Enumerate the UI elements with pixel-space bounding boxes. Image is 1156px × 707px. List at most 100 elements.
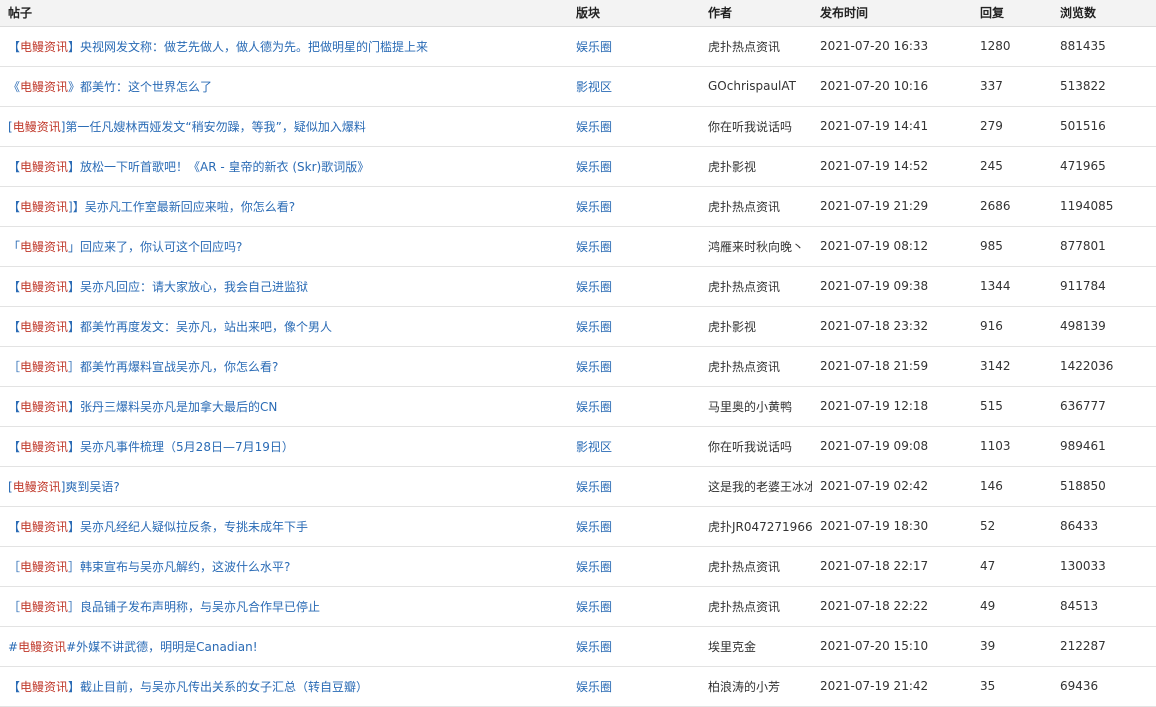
header-author[interactable]: 作者 [700, 0, 812, 27]
post-title-link[interactable]: 【电鳗资讯】央视网发文称：做艺先做人，做人德为先。把做明星的门槛提上来 [8, 40, 428, 54]
board-link[interactable]: 娱乐圈 [576, 680, 612, 694]
board-link[interactable]: 娱乐圈 [576, 40, 612, 54]
header-views[interactable]: 浏览数 [1052, 0, 1156, 27]
author-name[interactable]: GOchrispaulAT [700, 66, 812, 107]
board-link[interactable]: 娱乐圈 [576, 160, 612, 174]
post-tag: 电鳗资讯 [20, 679, 69, 694]
view-count: 1422036 [1052, 346, 1156, 387]
post-title-link[interactable]: [电鳗资讯]第一任凡嫂林西娅发文“稍安勿躁，等我”，疑似加入爆料 [8, 120, 366, 134]
board-cell: 娱乐圈 [568, 186, 700, 227]
post-title-link[interactable]: ［电鳗资讯］良品铺子发布声明称，与吴亦凡合作早已停止 [8, 600, 320, 614]
table-body: 【电鳗资讯】央视网发文称：做艺先做人，做人德为先。把做明星的门槛提上来 娱乐圈 … [0, 26, 1156, 707]
board-cell: 娱乐圈 [568, 466, 700, 507]
post-tag-open: 【 [8, 519, 21, 534]
post-title-link[interactable]: 《电鳗资讯》都美竹：这个世界怎么了 [8, 80, 212, 94]
board-link[interactable]: 娱乐圈 [576, 360, 612, 374]
author-name[interactable]: 虎扑影视 [700, 146, 812, 187]
post-title-link[interactable]: ［电鳗资讯］韩束宣布与吴亦凡解约，这波什么水平? [8, 560, 290, 574]
board-link[interactable]: 娱乐圈 [576, 280, 612, 294]
board-link[interactable]: 娱乐圈 [576, 320, 612, 334]
post-tag-open: # [8, 639, 19, 654]
board-link[interactable]: 娱乐圈 [576, 480, 612, 494]
board-link[interactable]: 娱乐圈 [576, 600, 612, 614]
post-title: 吴亦凡经纪人疑似拉反条，专挑未成年下手 [80, 519, 309, 534]
author-name[interactable]: 虎扑热点资讯 [700, 266, 812, 307]
author-name[interactable]: 柏浪涛的小芳 [700, 666, 812, 707]
author-name[interactable]: 这是我的老婆王冰冰 [700, 466, 812, 507]
author-name[interactable]: 虎扑热点资讯 [700, 586, 812, 627]
board-link[interactable]: 娱乐圈 [576, 200, 612, 214]
header-post[interactable]: 帖子 [0, 0, 568, 27]
post-title-link[interactable]: 【电鳗资讯】吴亦凡回应：请大家放心，我会自己进监狱 [8, 280, 308, 294]
post-cell: 【电鳗资讯】吴亦凡事件梳理（5月28日—7月19日） [0, 426, 568, 467]
post-tag-open: 【 [8, 439, 21, 454]
board-cell: 娱乐圈 [568, 386, 700, 427]
board-cell: 娱乐圈 [568, 506, 700, 547]
post-tag: 电鳗资讯 [20, 319, 69, 334]
author-name[interactable]: 你在听我说话吗 [700, 106, 812, 147]
author-name[interactable]: 虎扑影视 [700, 306, 812, 347]
post-tag-open: 「 [8, 239, 21, 254]
author-name[interactable]: 虎扑热点资讯 [700, 546, 812, 587]
post-title: 张丹三爆料吴亦凡是加拿大最后的CN [80, 399, 278, 414]
post-title-link[interactable]: 【电鳗资讯】吴亦凡事件梳理（5月28日—7月19日） [8, 440, 294, 454]
author-name[interactable]: 埃里克金 [700, 626, 812, 667]
post-title-link[interactable]: #电鳗资讯#外媒不讲武德，明明是Canadian! [8, 640, 258, 654]
post-time: 2021-07-19 08:12 [812, 226, 972, 267]
board-link[interactable]: 影视区 [576, 80, 612, 94]
post-time: 2021-07-19 21:29 [812, 186, 972, 227]
post-tag-open: 【 [8, 319, 21, 334]
reply-count: 337 [972, 66, 1052, 107]
post-title-link[interactable]: 【电鳗资讯】吴亦凡经纪人疑似拉反条，专挑未成年下手 [8, 520, 308, 534]
post-title-link[interactable]: 【电鳗资讯】都美竹再度发文：吴亦凡，站出来吧，像个男人 [8, 320, 332, 334]
author-name[interactable]: 你在听我说话吗 [700, 426, 812, 467]
post-title-link[interactable]: ［电鳗资讯］都美竹再爆料宣战吴亦凡，你怎么看? [8, 360, 278, 374]
post-title-link[interactable]: [电鳗资讯]爽到吴语? [8, 480, 120, 494]
author-name[interactable]: 虎扑热点资讯 [700, 26, 812, 67]
post-title-link[interactable]: 【电鳗资讯】放松一下听首歌吧！《AR - 皇帝的新衣 (Skr)歌词版》 [8, 160, 369, 174]
board-link[interactable]: 娱乐圈 [576, 240, 612, 254]
board-cell: 娱乐圈 [568, 26, 700, 67]
post-tag-close: 】 [68, 399, 81, 414]
post-title-link[interactable]: 「电鳗资讯」回应来了，你认可这个回应吗? [8, 240, 242, 254]
post-tag-open: ［ [8, 359, 21, 374]
author-name[interactable]: 虎扑热点资讯 [700, 186, 812, 227]
header-time[interactable]: 发布时间 [812, 0, 972, 27]
board-link[interactable]: 娱乐圈 [576, 400, 612, 414]
view-count: 69436 [1052, 666, 1156, 707]
board-link[interactable]: 娱乐圈 [576, 120, 612, 134]
post-cell: 【电鳗资讯】吴亦凡回应：请大家放心，我会自己进监狱 [0, 266, 568, 307]
board-cell: 娱乐圈 [568, 546, 700, 587]
board-link[interactable]: 影视区 [576, 440, 612, 454]
author-name[interactable]: 马里奥的小黄鸭 [700, 386, 812, 427]
reply-count: 1103 [972, 426, 1052, 467]
post-tag: 电鳗资讯 [20, 199, 69, 214]
post-tag-close: ］ [68, 359, 81, 374]
post-title-link[interactable]: 【电鳗资讯]】吴亦凡工作室最新回应来啦，你怎么看? [8, 200, 295, 214]
post-title-link[interactable]: 【电鳗资讯】张丹三爆料吴亦凡是加拿大最后的CN [8, 400, 277, 414]
author-name[interactable]: 虎扑JR0472719662 [700, 506, 812, 547]
author-name[interactable]: 虎扑热点资讯 [700, 346, 812, 387]
board-cell: 娱乐圈 [568, 226, 700, 267]
table-header: 帖子 版块 作者 发布时间 回复 浏览数 [0, 0, 1156, 27]
board-link[interactable]: 娱乐圈 [576, 520, 612, 534]
post-title-link[interactable]: 【电鳗资讯】截止目前，与吴亦凡传出关系的女子汇总（转自豆瓣） [8, 680, 368, 694]
post-tag-close: ］ [68, 599, 81, 614]
header-board[interactable]: 版块 [568, 0, 700, 27]
post-title: 爽到吴语? [65, 479, 120, 494]
post-cell: [电鳗资讯]爽到吴语? [0, 466, 568, 507]
post-title: 都美竹：这个世界怎么了 [80, 79, 213, 94]
post-time: 2021-07-19 02:42 [812, 466, 972, 507]
board-link[interactable]: 娱乐圈 [576, 560, 612, 574]
post-time: 2021-07-18 23:32 [812, 306, 972, 347]
post-time: 2021-07-18 21:59 [812, 346, 972, 387]
table-row: 【电鳗资讯】吴亦凡回应：请大家放心，我会自己进监狱 娱乐圈 虎扑热点资讯 202… [0, 266, 1156, 307]
board-link[interactable]: 娱乐圈 [576, 640, 612, 654]
header-replies[interactable]: 回复 [972, 0, 1052, 27]
post-time: 2021-07-19 18:30 [812, 506, 972, 547]
author-name[interactable]: 鸿雁来时秋向晚丶 [700, 226, 812, 267]
post-tag-close: 】 [68, 159, 81, 174]
table-row: 【电鳗资讯】张丹三爆料吴亦凡是加拿大最后的CN 娱乐圈 马里奥的小黄鸭 2021… [0, 386, 1156, 427]
post-cell: 【电鳗资讯]】吴亦凡工作室最新回应来啦，你怎么看? [0, 186, 568, 227]
post-time: 2021-07-19 21:42 [812, 666, 972, 707]
